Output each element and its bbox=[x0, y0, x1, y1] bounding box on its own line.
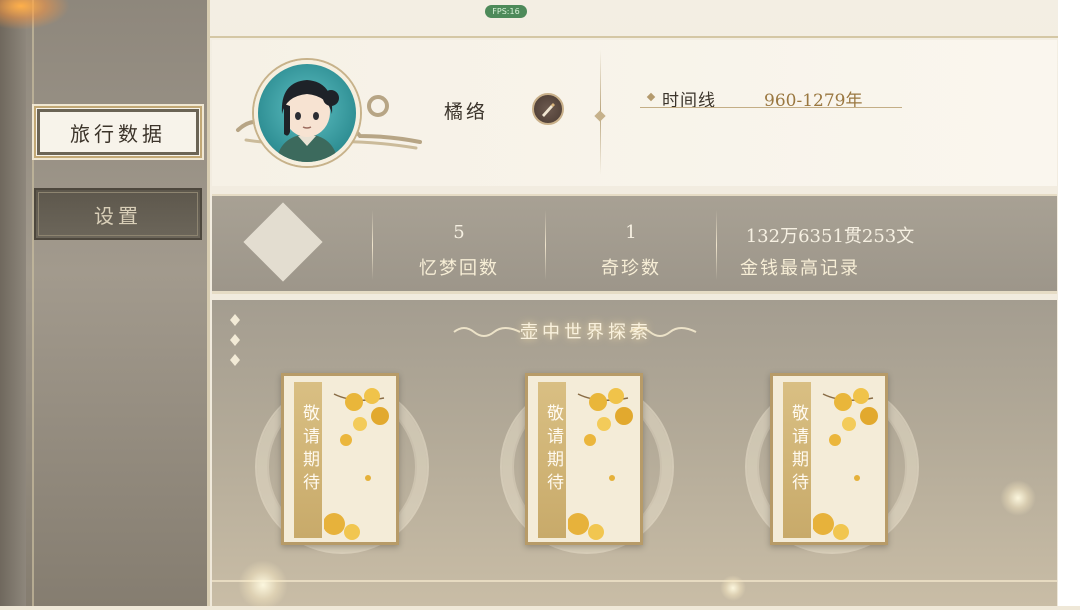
ginkgo-leaves-icon bbox=[568, 388, 633, 540]
avatar[interactable] bbox=[254, 60, 360, 166]
edit-name-button[interactable] bbox=[532, 93, 564, 125]
stat-dream-count-value: 5 bbox=[453, 222, 465, 243]
stat-treasure-count-label: 奇珍数 bbox=[601, 258, 661, 279]
tab-settings[interactable]: 设置 bbox=[34, 188, 202, 240]
character-portrait-icon bbox=[276, 80, 339, 162]
card-coming-soon-text: 敬请期待 bbox=[543, 404, 563, 496]
light-glow bbox=[1000, 480, 1036, 516]
ginkgo-leaves-icon bbox=[324, 388, 389, 540]
player-name: 橘络 bbox=[444, 101, 489, 123]
right-edge bbox=[1058, 0, 1080, 606]
light-glow bbox=[720, 575, 746, 601]
ginkgo-leaves-icon bbox=[813, 388, 878, 540]
explore-card-2[interactable]: 敬请期待 bbox=[525, 373, 643, 545]
explore-card-1[interactable]: 敬请期待 bbox=[281, 373, 399, 545]
tab-travel-data-label: 旅行数据 bbox=[70, 121, 166, 146]
top-divider bbox=[210, 36, 1058, 38]
explore-card-3[interactable]: 敬请期待 bbox=[770, 373, 888, 545]
sidebar-edge bbox=[0, 0, 26, 606]
brush-icon bbox=[542, 103, 555, 117]
bottom-divider bbox=[212, 580, 1057, 582]
tab-travel-data[interactable]: 旅行数据 bbox=[34, 106, 202, 158]
stat-separator bbox=[372, 210, 373, 280]
stat-treasure-count-value: 1 bbox=[625, 222, 637, 243]
light-glow bbox=[238, 560, 288, 610]
fps-badge: FPS:16 bbox=[485, 5, 527, 18]
diamond-chain-icon bbox=[230, 314, 240, 366]
stat-separator bbox=[716, 210, 717, 280]
stat-money-record-label: 金钱最高记录 bbox=[740, 258, 860, 279]
card-coming-soon-text: 敬请期待 bbox=[299, 404, 319, 496]
stat-dream-count-label: 忆梦回数 bbox=[419, 258, 499, 279]
sidebar-rail bbox=[32, 0, 34, 606]
tab-settings-label: 设置 bbox=[94, 203, 142, 228]
timeline-underline bbox=[640, 107, 902, 108]
wave-ornament-left-icon bbox=[453, 327, 521, 337]
stat-money-record-value: 132万6351贯253文 bbox=[745, 226, 915, 247]
card-coming-soon-text: 敬请期待 bbox=[788, 404, 808, 496]
flame-decoration bbox=[0, 0, 70, 30]
explore-title: 壶中世界探索 bbox=[520, 322, 652, 343]
stat-separator bbox=[545, 210, 546, 280]
